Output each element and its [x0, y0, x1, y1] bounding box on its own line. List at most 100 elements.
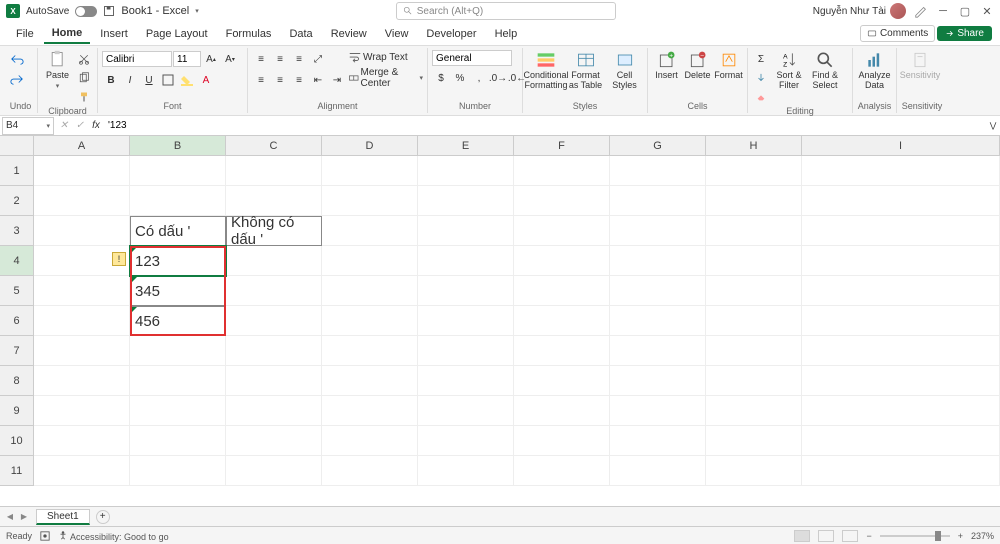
cell[interactable] — [802, 156, 1000, 186]
cell[interactable] — [610, 336, 706, 366]
cell[interactable]: Có dấu ' — [130, 216, 226, 246]
cell[interactable] — [34, 426, 130, 456]
cell[interactable] — [802, 186, 1000, 216]
paste-button[interactable]: Paste ▾ — [42, 50, 73, 90]
column-header[interactable]: A — [34, 136, 130, 156]
cell[interactable] — [322, 366, 418, 396]
autosum-button[interactable]: Σ — [752, 50, 770, 68]
number-format-select[interactable] — [432, 50, 512, 66]
delete-cells-button[interactable]: − Delete — [683, 50, 712, 81]
cell[interactable]: 345 — [130, 276, 226, 306]
add-sheet-button[interactable]: + — [96, 510, 110, 524]
cell[interactable] — [34, 396, 130, 426]
increase-indent-button[interactable]: ⇥ — [328, 71, 346, 89]
cell[interactable] — [226, 306, 322, 336]
fill-color-button[interactable] — [178, 71, 196, 89]
cell[interactable] — [514, 306, 610, 336]
cell[interactable] — [418, 186, 514, 216]
minimize-button[interactable]: ─ — [936, 4, 950, 18]
save-icon[interactable] — [103, 5, 115, 17]
cell[interactable] — [226, 396, 322, 426]
orientation-button[interactable]: ⤢ — [309, 50, 327, 68]
cell[interactable] — [514, 246, 610, 276]
column-header[interactable]: B — [130, 136, 226, 156]
border-button[interactable] — [159, 71, 177, 89]
font-size-input[interactable] — [173, 51, 201, 67]
cell[interactable] — [418, 156, 514, 186]
cancel-formula-button[interactable]: ✕ — [56, 118, 72, 134]
column-header[interactable]: D — [322, 136, 418, 156]
cell[interactable] — [226, 156, 322, 186]
macro-record-icon[interactable] — [40, 531, 50, 541]
cell[interactable] — [34, 186, 130, 216]
cell[interactable] — [418, 276, 514, 306]
user-account[interactable]: Nguyễn Như Tài — [813, 3, 906, 19]
tab-view[interactable]: View — [377, 25, 417, 43]
file-menu[interactable]: File — [8, 25, 42, 43]
column-header[interactable]: C — [226, 136, 322, 156]
cell[interactable] — [418, 246, 514, 276]
cell[interactable] — [418, 216, 514, 246]
cell[interactable] — [418, 306, 514, 336]
accessibility-status[interactable]: Accessibility: Good to go — [58, 530, 169, 542]
cell[interactable] — [418, 336, 514, 366]
cell[interactable] — [802, 366, 1000, 396]
cell-styles-button[interactable]: Cell Styles — [606, 50, 643, 91]
cell[interactable] — [226, 336, 322, 366]
column-header[interactable]: F — [514, 136, 610, 156]
cell[interactable] — [706, 156, 802, 186]
autosave-toggle[interactable] — [75, 6, 97, 17]
cell[interactable] — [34, 276, 130, 306]
cell[interactable] — [802, 246, 1000, 276]
underline-button[interactable]: U — [140, 71, 158, 89]
cell[interactable] — [34, 216, 130, 246]
cell[interactable] — [610, 276, 706, 306]
redo-button[interactable] — [8, 70, 26, 88]
cell[interactable] — [322, 456, 418, 486]
cell[interactable] — [706, 216, 802, 246]
tab-developer[interactable]: Developer — [418, 25, 484, 43]
cell[interactable] — [226, 426, 322, 456]
cell[interactable] — [706, 336, 802, 366]
row-header[interactable]: 4 — [0, 246, 34, 276]
increase-decimal-button[interactable]: .0→ — [489, 69, 507, 87]
tab-page-layout[interactable]: Page Layout — [138, 25, 216, 43]
increase-font-button[interactable]: A▴ — [202, 50, 220, 68]
row-header[interactable]: 2 — [0, 186, 34, 216]
cell[interactable] — [514, 276, 610, 306]
row-header[interactable]: 11 — [0, 456, 34, 486]
tab-help[interactable]: Help — [487, 25, 526, 43]
row-header[interactable]: 10 — [0, 426, 34, 456]
fill-button[interactable] — [752, 69, 770, 87]
cell[interactable] — [226, 186, 322, 216]
align-center-button[interactable]: ≡ — [271, 71, 289, 89]
row-header[interactable]: 1 — [0, 156, 34, 186]
row-header[interactable]: 9 — [0, 396, 34, 426]
sheet-nav-next[interactable]: ▶ — [18, 511, 30, 523]
sheet-nav-prev[interactable]: ◀ — [4, 511, 16, 523]
cell[interactable] — [706, 186, 802, 216]
cell[interactable] — [514, 186, 610, 216]
tab-review[interactable]: Review — [323, 25, 375, 43]
cell[interactable]: 123 — [130, 246, 226, 276]
cell[interactable]: Không có dấu ' — [226, 216, 322, 246]
sort-filter-button[interactable]: AZ Sort & Filter — [772, 50, 806, 91]
select-all-corner[interactable] — [0, 136, 34, 156]
cell[interactable] — [418, 456, 514, 486]
cell[interactable] — [706, 396, 802, 426]
cell[interactable] — [130, 336, 226, 366]
cell[interactable] — [34, 156, 130, 186]
column-header[interactable]: E — [418, 136, 514, 156]
cell[interactable] — [706, 306, 802, 336]
tab-insert[interactable]: Insert — [92, 25, 136, 43]
decrease-font-button[interactable]: A▾ — [221, 50, 239, 68]
name-box[interactable]: B4▾ — [2, 117, 54, 135]
cell[interactable] — [610, 426, 706, 456]
page-break-view-button[interactable] — [842, 530, 858, 542]
page-layout-view-button[interactable] — [818, 530, 834, 542]
row-header[interactable]: 3 — [0, 216, 34, 246]
cell[interactable] — [610, 366, 706, 396]
cell[interactable] — [706, 456, 802, 486]
search-box[interactable]: Search (Alt+Q) — [396, 2, 616, 20]
cell[interactable] — [514, 216, 610, 246]
